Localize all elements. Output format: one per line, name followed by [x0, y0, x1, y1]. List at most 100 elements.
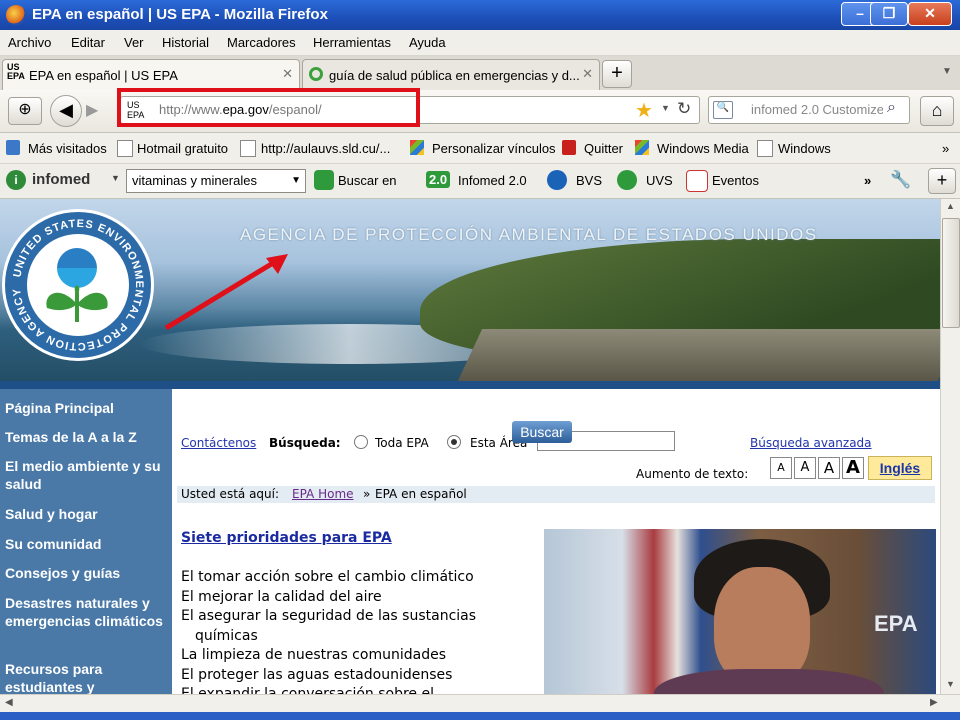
search-bar[interactable]: 🔍 infomed 2.0 Customize ⌕ — [708, 96, 910, 124]
photo-body — [654, 669, 884, 694]
menu-bar: Archivo Editar Ver Historial Marcadores … — [0, 30, 960, 56]
infomed-toolbar: i infomed ▼ vitaminas y minerales ▼ Busc… — [0, 164, 960, 199]
vitaminas-select[interactable]: vitaminas y minerales ▼ — [126, 169, 306, 193]
buscar-en-button[interactable]: Buscar en — [338, 173, 397, 188]
seal-plant-icon — [46, 285, 108, 322]
menu-marcadores[interactable]: Marcadores — [227, 35, 296, 50]
home-downloads-button[interactable]: ⊕ — [8, 97, 42, 125]
menu-archivo[interactable]: Archivo — [8, 35, 51, 50]
firefox-logo-icon — [6, 5, 26, 25]
nav-salud-hogar[interactable]: Salud y hogar — [5, 505, 170, 523]
uvs-icon — [617, 170, 637, 190]
nav-recursos-estudiantes[interactable]: Recursos para estudiantes y — [5, 660, 170, 694]
nav-pagina-principal[interactable]: Página Principal — [5, 399, 170, 417]
text-size-medium-button[interactable]: A — [794, 457, 816, 479]
search-engine-icon[interactable]: 🔍 — [713, 101, 733, 119]
text-size-xlarge-button[interactable]: A — [842, 457, 864, 479]
priorities-title-link[interactable]: Siete prioridades para EPA — [181, 530, 392, 546]
infomed-brand: infomed — [32, 171, 91, 188]
scroll-up-icon[interactable]: ▲ — [946, 201, 955, 211]
annotation-arrow-icon — [164, 254, 288, 331]
tab-epa[interactable]: US EPA EPA en español | US EPA ✕ — [2, 59, 300, 90]
bookmark-mas-visitados[interactable]: Más visitados — [28, 141, 107, 156]
radio-toda-epa[interactable] — [354, 435, 368, 449]
infomed-20-button[interactable]: Infomed 2.0 — [458, 173, 527, 188]
bookmark-star-icon[interactable]: ★ — [635, 98, 653, 123]
infomed-menu-chevron-icon[interactable]: ▼ — [111, 173, 120, 183]
menu-ayuda[interactable]: Ayuda — [409, 35, 446, 50]
radio-esta-area[interactable] — [447, 435, 461, 449]
priority-item: El expandir la conversación sobre el — [181, 686, 434, 694]
tab-list-chevron-icon[interactable]: ▼ — [942, 66, 952, 77]
banner-beach — [457, 329, 940, 381]
breadcrumb-epa-home-link[interactable]: EPA Home — [292, 487, 354, 501]
add-toolbar-button[interactable]: + — [928, 168, 956, 194]
nav-temas-a-z[interactable]: Temas de la A a la Z — [5, 428, 170, 446]
page-icon — [240, 140, 256, 157]
toolbar-overflow-button[interactable]: » — [864, 173, 871, 188]
bookmarks-toolbar: Más visitados Hotmail gratuito http://au… — [0, 133, 960, 164]
tab-guia-salud[interactable]: guía de salud pública en emergencias y d… — [302, 59, 600, 90]
close-tab-icon[interactable]: ✕ — [582, 66, 593, 82]
ingles-button[interactable]: Inglés — [868, 456, 932, 480]
busqueda-avanzada-link[interactable]: Búsqueda avanzada — [750, 436, 872, 450]
forward-button[interactable]: ▶ — [86, 100, 98, 120]
menu-editar[interactable]: Editar — [71, 35, 105, 50]
menu-historial[interactable]: Historial — [162, 35, 209, 50]
buscar-button[interactable]: Buscar — [512, 421, 572, 443]
eventos-button[interactable]: Eventos — [712, 173, 759, 188]
horizontal-scrollbar[interactable]: ◀ ▶ — [0, 694, 960, 713]
uvs-button[interactable]: UVS — [646, 173, 673, 188]
agency-title: AGENCIA DE PROTECCIÓN AMBIENTAL DE ESTAD… — [240, 225, 818, 244]
buscar-arrow-icon — [314, 170, 334, 190]
priority-item: El proteger las aguas estadounidenses — [181, 667, 453, 683]
scroll-left-icon[interactable]: ◀ — [5, 697, 13, 708]
priority-item: El mejorar la calidad del aire — [181, 589, 382, 605]
scroll-right-icon[interactable]: ▶ — [930, 697, 938, 708]
back-button[interactable]: ◀ — [50, 95, 82, 127]
maximize-button[interactable]: ❐ — [870, 2, 908, 26]
menu-herramientas[interactable]: Herramientas — [313, 35, 391, 50]
bvs-icon — [547, 170, 567, 190]
contactenos-link[interactable]: Contáctenos — [181, 436, 256, 450]
wrench-icon[interactable]: 🔧 — [890, 170, 911, 190]
close-tab-icon[interactable]: ✕ — [282, 66, 293, 82]
nav-medio-ambiente-salud[interactable]: El medio ambiente y su salud — [5, 457, 170, 493]
menu-ver[interactable]: Ver — [124, 35, 144, 50]
url-highlight-box — [117, 88, 420, 127]
text-size-small-button[interactable]: A — [770, 457, 792, 479]
bookmark-hotmail[interactable]: Hotmail gratuito — [137, 141, 228, 156]
banner-divider — [0, 381, 940, 389]
page-icon — [757, 140, 773, 157]
bookmark-windows[interactable]: Windows — [778, 141, 831, 156]
bookmarks-overflow-button[interactable]: » — [942, 141, 949, 156]
bookmark-quitter[interactable]: Quitter — [584, 141, 623, 156]
epa-seal-logo[interactable]: UNITED STATES ENVIRONMENTAL PROTECTION A… — [2, 209, 154, 361]
bvs-button[interactable]: BVS — [576, 173, 602, 188]
new-tab-button[interactable]: + — [602, 60, 632, 88]
reload-icon[interactable]: ↻ — [677, 99, 691, 119]
nav-su-comunidad[interactable]: Su comunidad — [5, 535, 170, 553]
epa-favicon-icon: US EPA — [7, 62, 25, 81]
nav-consejos-guias[interactable]: Consejos y guías — [5, 564, 170, 582]
bookmark-aulauvs[interactable]: http://aulauvs.sld.cu/... — [261, 141, 390, 156]
close-window-button[interactable]: ✕ — [908, 2, 952, 26]
bookmark-personalizar[interactable]: Personalizar vínculos — [432, 141, 556, 156]
page-viewport: AGENCIA DE PROTECCIÓN AMBIENTAL DE ESTAD… — [0, 199, 940, 694]
text-size-large-button[interactable]: A — [818, 457, 840, 479]
page-icon — [117, 140, 133, 157]
search-go-icon[interactable]: ⌕ — [887, 99, 896, 117]
windows-taskbar — [0, 712, 960, 720]
vertical-scroll-thumb[interactable] — [942, 218, 960, 328]
scroll-down-icon[interactable]: ▼ — [946, 679, 955, 689]
home-button[interactable]: ⌂ — [920, 96, 954, 126]
tab-label: guía de salud pública en emergencias y d… — [329, 68, 579, 83]
priority-item: El asegurar la seguridad de las sustanci… — [181, 608, 477, 624]
loading-icon — [309, 67, 323, 81]
url-dropdown-icon[interactable]: ▼ — [661, 103, 670, 113]
breadcrumb-prefix: Usted está aquí: — [181, 487, 280, 501]
bookmark-windows-media[interactable]: Windows Media — [657, 141, 749, 156]
tab-bar: US EPA EPA en español | US EPA ✕ guía de… — [0, 56, 960, 90]
left-navigation: Página Principal Temas de la A a la Z El… — [0, 389, 172, 694]
nav-desastres-naturales[interactable]: Desastres naturales y emergencias climát… — [5, 594, 170, 630]
